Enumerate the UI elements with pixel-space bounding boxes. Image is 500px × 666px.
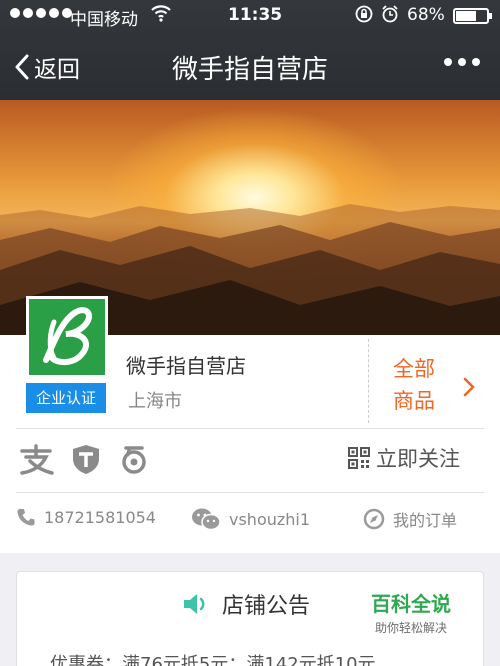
phone-icon: [17, 509, 35, 526]
battery-percentage: 68%: [407, 5, 445, 25]
wechat-id: vshouzhi1: [229, 509, 311, 529]
wechat-contact[interactable]: vshouzhi1: [191, 507, 310, 531]
my-orders-label: 我的订单: [393, 511, 458, 530]
watermark-logo: 百科全说 助你轻松解决: [352, 588, 470, 638]
phone-number: 18721581054: [44, 507, 156, 527]
shop-logo: [26, 296, 108, 378]
follow-button[interactable]: 立即关注: [348, 443, 460, 473]
status-bar: 中国移动 11:35 68%: [0, 0, 500, 32]
alarm-icon: [380, 4, 400, 29]
battery-icon: [453, 8, 492, 24]
certification-icons: [18, 443, 150, 475]
carrier-name: 中国移动: [70, 10, 138, 30]
watermark-sub-text: 助你轻松解决: [374, 621, 447, 635]
divider: [16, 428, 484, 429]
compass-icon: [363, 508, 385, 530]
fast-delivery-icon: [122, 446, 146, 474]
divider: [16, 492, 484, 493]
speaker-icon: [184, 594, 205, 614]
divider: [368, 339, 369, 423]
page-title: 微手指自营店: [171, 55, 328, 85]
all-products-label-1: 全部: [393, 357, 435, 381]
store-notice-title: 店铺公告: [222, 594, 311, 619]
verified-enterprise-badge: 企业认证: [26, 383, 106, 413]
all-products-link[interactable]: 全部 商品: [393, 353, 443, 417]
wechat-icon: [192, 508, 221, 531]
alipay-icon: [20, 444, 54, 475]
chevron-right-icon[interactable]: [463, 377, 475, 397]
clock: 11:35: [228, 5, 283, 25]
more-menu-button[interactable]: [444, 58, 480, 66]
qr-code-icon: [348, 447, 370, 469]
follow-label: 立即关注: [376, 447, 460, 471]
wifi-icon: [151, 4, 171, 27]
shop-city: 上海市: [128, 391, 182, 412]
my-orders-link[interactable]: 我的订单: [363, 507, 457, 531]
shop-name: 微手指自营店: [126, 354, 246, 378]
shop-info-card: 企业认证 微手指自营店 上海市 全部 商品 立即关注 18721581054 v…: [0, 296, 500, 553]
shield-t-icon: [73, 445, 99, 474]
store-notice-header: 店铺公告: [182, 588, 310, 620]
store-notice-text: 优惠券：满76元抵5元；满142元抵10元: [50, 654, 376, 666]
phone-contact[interactable]: 18721581054: [16, 507, 156, 527]
watermark-main-text: 百科全说: [371, 592, 451, 616]
rotation-lock-icon: [354, 4, 374, 29]
signal-strength-icon: [10, 8, 72, 18]
all-products-label-2: 商品: [393, 389, 435, 413]
top-bar: 中国移动 11:35 68% 返回 微手指自营店: [0, 0, 500, 100]
